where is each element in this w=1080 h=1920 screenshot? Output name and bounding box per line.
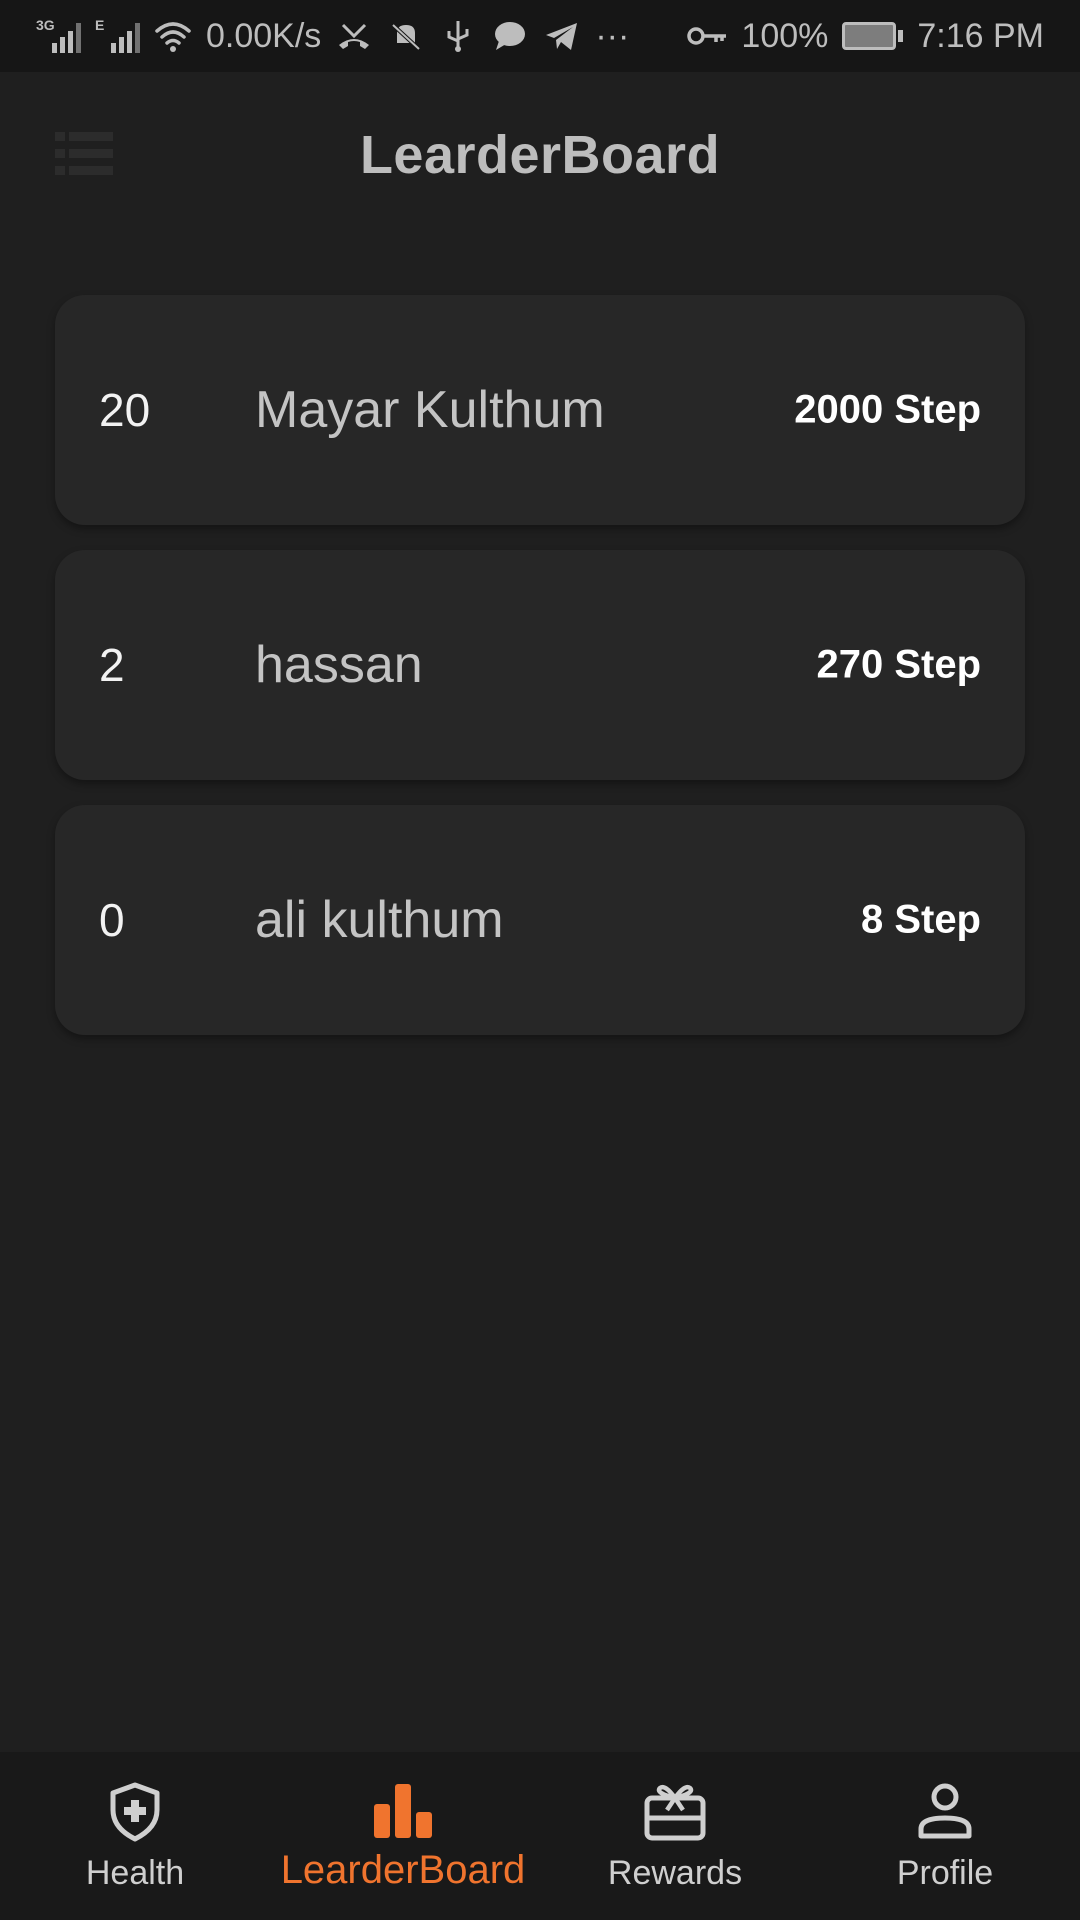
leaderboard-steps: 2000 Step [794,387,981,432]
chat-bubble-icon [495,22,526,50]
mute-icon [391,23,421,51]
more-notifications-indicator: ··· [595,16,630,55]
battery-charging-icon [842,22,904,50]
nav-item-leaderboard[interactable]: LearderBoard [268,1752,538,1920]
nav-label-health: Health [85,1854,185,1892]
gift-card-icon [644,1784,706,1841]
nav-item-profile[interactable]: Profile [810,1752,1080,1920]
bottom-nav: Health LearderBoard Rewards Profile [0,1752,1080,1920]
network-type-e: E [95,17,105,33]
battery-percent: 100% [741,16,829,55]
shield-plus-icon [110,1782,160,1842]
vpn-key-icon [687,27,727,45]
person-icon [918,1783,972,1839]
bar-chart-icon [374,1784,432,1838]
leaderboard-card[interactable]: 0 ali kulthum 8 Step [55,805,1025,1035]
leaderboard-steps: 270 Step [816,642,981,687]
telegram-icon [546,23,578,50]
nav-item-health[interactable]: Health [0,1752,270,1920]
app-header: LearderBoard [0,72,1080,247]
nav-label-profile: Profile [896,1854,994,1892]
leaderboard-card[interactable]: 20 Mayar Kulthum 2000 Step [55,295,1025,525]
leaderboard-rank: 0 [99,894,125,946]
status-right: 100% 7:16 PM [683,17,1044,56]
usb-icon [447,21,469,52]
network-speed: 0.00K/s [206,16,322,55]
leaderboard-rank: 20 [99,384,151,436]
leaderboard-card[interactable]: 2 hassan 270 Step [55,550,1025,780]
leaderboard-rank: 2 [99,639,125,691]
leaderboard-steps: 8 Step [860,897,981,942]
signal-e-icon: E [95,17,140,53]
nav-item-rewards[interactable]: Rewards [540,1752,810,1920]
leaderboard-name: ali kulthum [255,891,504,949]
status-left: 3G E 0.00K/s ··· [36,17,629,56]
nav-label-rewards: Rewards [607,1854,743,1892]
signal-3g-icon: 3G [36,17,81,53]
clock-time: 7:16 PM [917,16,1044,55]
page-title: LearderBoard [359,125,721,185]
leaderboard-name: hassan [255,636,423,694]
network-type-3g: 3G [36,17,55,33]
wifi-icon [155,22,191,52]
missed-call-icon [339,23,370,49]
nav-label-leaderboard: LearderBoard [280,1848,526,1892]
status-bar: 3G E 0.00K/s ··· 100% 7:16 PM [0,0,1080,72]
leaderboard-name: Mayar Kulthum [255,381,605,439]
